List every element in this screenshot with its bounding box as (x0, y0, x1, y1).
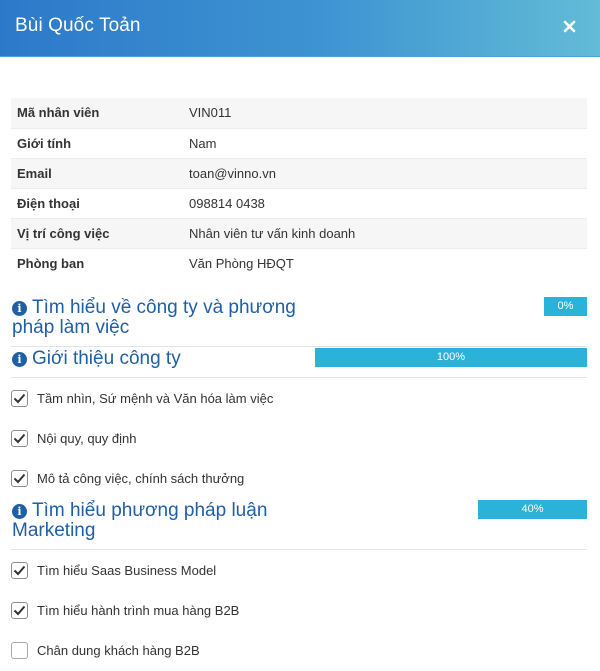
checklist-item: Tìm hiểu hành trình mua hàng B2B (11, 601, 239, 619)
checklist-item: Tầm nhìn, Sứ mệnh và Văn hóa làm việc (11, 389, 273, 407)
divider (11, 549, 587, 550)
progress-label: 40% (521, 503, 544, 515)
info-icon: i (12, 301, 27, 316)
checklist-label: Chân dung khách hàng B2B (37, 642, 200, 658)
progress-label: 100% (436, 351, 466, 363)
field-value: 098814 0438 (183, 187, 587, 218)
checklist-item: Chân dung khách hàng B2B (11, 641, 200, 659)
check-icon (13, 565, 26, 575)
profile-row: Email toan@vinno.vn (11, 157, 587, 188)
field-value: Văn Phòng HĐQT (183, 247, 587, 278)
check-icon (13, 393, 26, 403)
close-icon (563, 20, 575, 32)
checklist-label: Mô tả công việc, chính sách thưởng (37, 470, 245, 486)
section-title-line1: Tìm hiểu về công ty và phương (32, 297, 296, 318)
section-title: i Giới thiệu công ty (12, 349, 181, 369)
check-icon (13, 605, 26, 615)
checkbox[interactable] (11, 641, 28, 659)
profile-row: Giới tính Nam (11, 127, 587, 158)
checklist-item: Nội quy, quy định (11, 429, 137, 447)
check-icon (13, 473, 26, 483)
field-label: Điện thoại (11, 187, 183, 218)
modal-header: Bùi Quốc Toản (0, 0, 600, 57)
field-value: Nhân viên tư vấn kinh doanh (183, 217, 587, 248)
section-title-line2: pháp làm việc (12, 317, 130, 338)
field-label: Vị trí công việc (11, 217, 183, 248)
checklist-label: Tầm nhìn, Sứ mệnh và Văn hóa làm việc (37, 390, 274, 406)
field-label: Mã nhân viên (11, 98, 183, 128)
checkbox[interactable] (11, 389, 28, 407)
close-button[interactable] (557, 14, 581, 38)
check-icon (13, 433, 26, 443)
modal-title: Bùi Quốc Toản (15, 15, 141, 36)
checklist-label: Tìm hiểu hành trình mua hàng B2B (37, 602, 240, 618)
profile-row: Điện thoại 098814 0438 (11, 187, 587, 218)
profile-table: Mã nhân viên VIN011 Giới tính Nam Email … (11, 98, 587, 278)
progress-bar: 0% (544, 297, 587, 316)
divider (11, 377, 587, 378)
profile-row: Phòng ban Văn Phòng HĐQT (11, 247, 587, 278)
checklist-label: Tìm hiểu Saas Business Model (37, 562, 217, 578)
field-label: Phòng ban (11, 247, 183, 278)
checkbox[interactable] (11, 469, 28, 487)
info-icon: i (12, 352, 27, 367)
section-title: i Tìm hiểu phương pháp luận Marketing (12, 501, 267, 541)
checklist-item: Tìm hiểu Saas Business Model (11, 561, 216, 579)
section-title-line1: Tìm hiểu phương pháp luận (32, 500, 268, 521)
checklist-item: Mô tả công việc, chính sách thưởng (11, 469, 244, 487)
section-title-line2: Marketing (12, 520, 96, 541)
checkbox[interactable] (11, 601, 28, 619)
checkbox[interactable] (11, 561, 28, 579)
profile-row: Mã nhân viên VIN011 (11, 98, 587, 128)
field-value: toan@vinno.vn (183, 157, 587, 188)
info-icon: i (12, 504, 27, 519)
field-label: Giới tính (11, 127, 183, 158)
field-value: VIN011 (183, 98, 587, 128)
checklist-label: Nội quy, quy định (37, 430, 137, 446)
field-label: Email (11, 157, 183, 188)
checkbox[interactable] (11, 429, 28, 447)
divider (11, 346, 587, 347)
progress-label: 0% (557, 300, 574, 312)
progress-bar: 40% (478, 500, 587, 519)
section-title-line1: Giới thiệu công ty (32, 348, 181, 369)
profile-row: Vị trí công việc Nhân viên tư vấn kinh d… (11, 217, 587, 248)
field-value: Nam (183, 127, 587, 158)
section-title: i Tìm hiểu về công ty và phương pháp làm … (12, 298, 296, 338)
progress-bar: 100% (315, 348, 587, 367)
